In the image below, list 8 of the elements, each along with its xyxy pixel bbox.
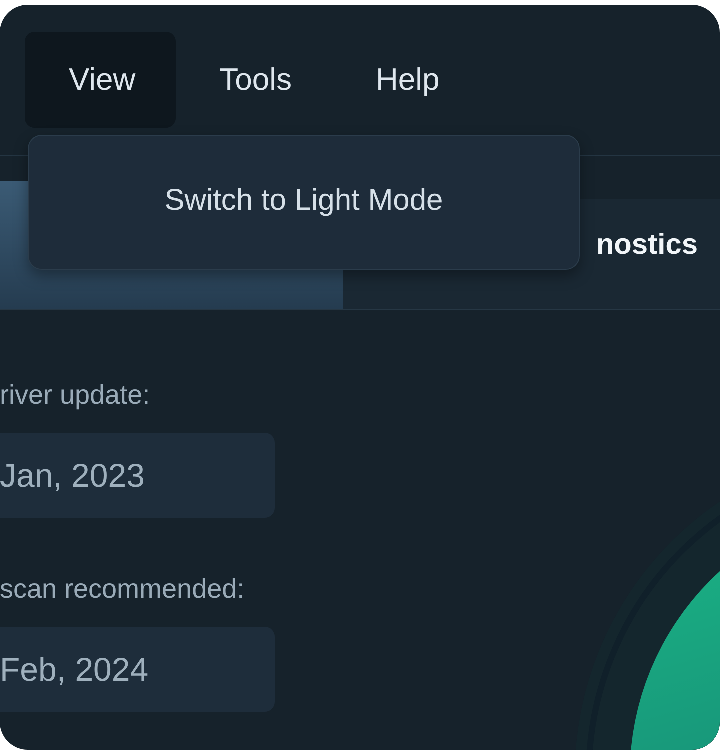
date-field[interactable]: Jan, 2023 [0,433,275,518]
menu-item[interactable]: View [25,32,176,128]
field-label: river update: [0,379,150,412]
menu-item[interactable]: Help [332,32,480,128]
menu-option[interactable]: Switch to Light Mode [144,174,464,228]
menu-item[interactable]: Tools [176,32,332,128]
field-label: scan recommended: [0,573,245,606]
date-field[interactable]: Feb, 2024 [0,627,275,712]
